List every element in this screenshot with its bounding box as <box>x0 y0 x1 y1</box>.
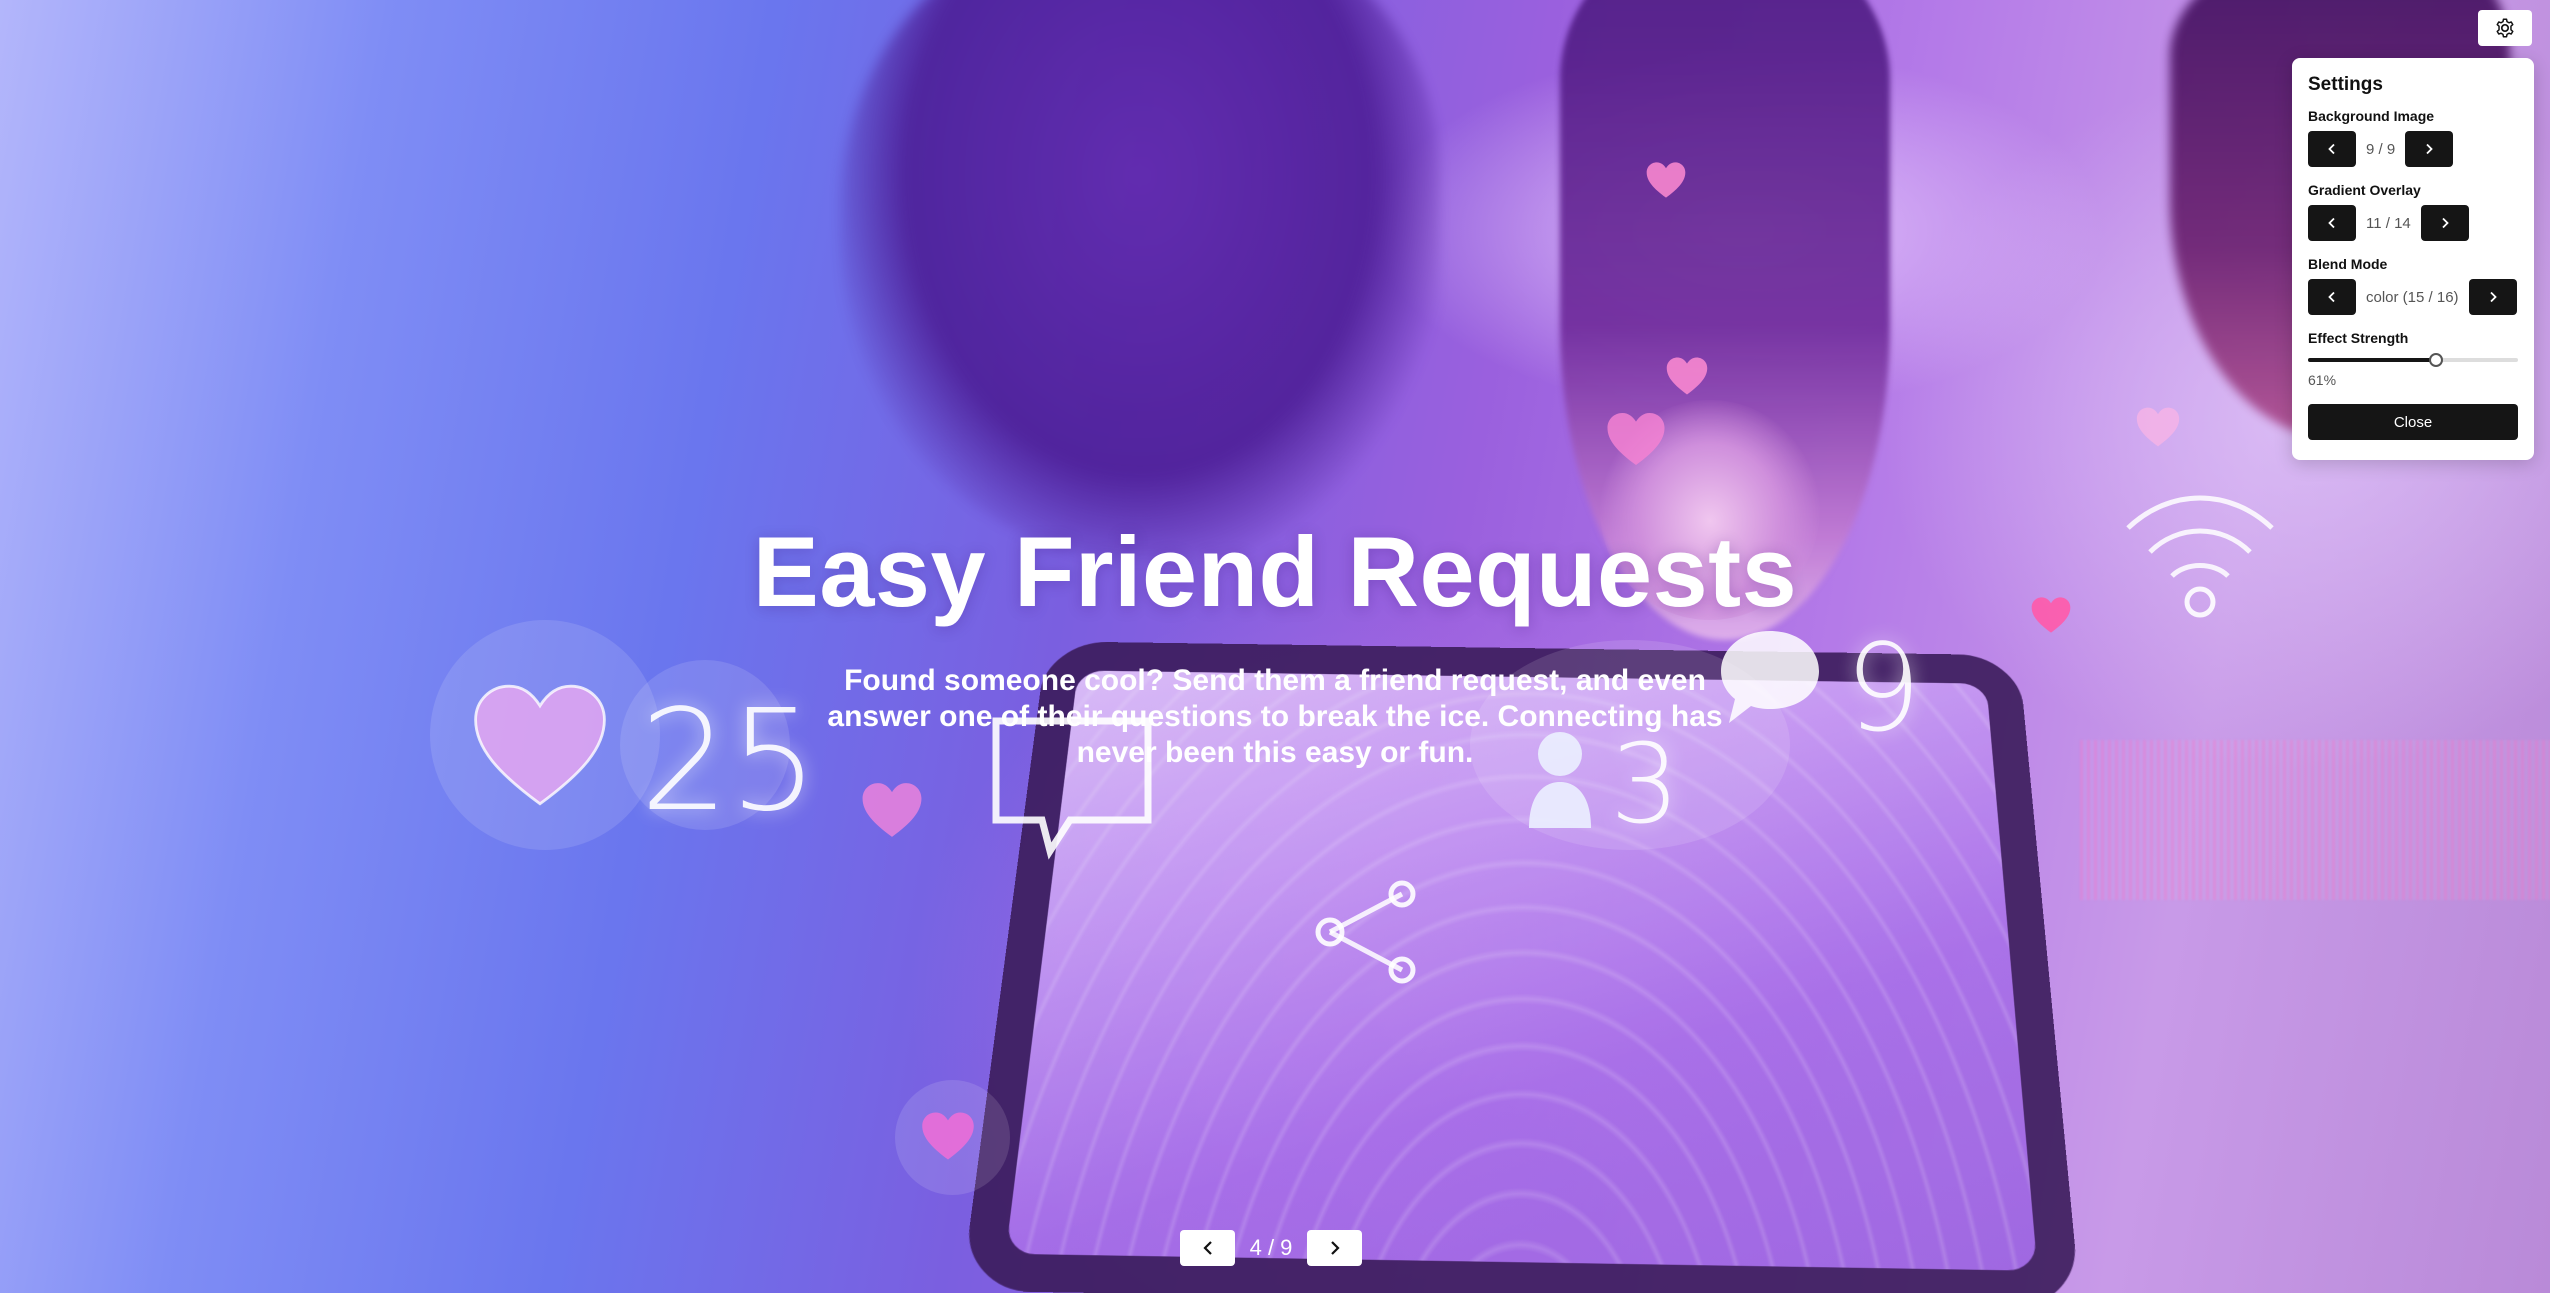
blend-mode-value: color (15 / 16) <box>2356 289 2469 306</box>
previous-slide-button[interactable] <box>1180 1230 1235 1266</box>
hero-description: Found someone cool? Send them a friend r… <box>815 663 1735 771</box>
chevron-left-icon <box>2327 143 2337 155</box>
gradient-overlay-stepper: 11 / 14 <box>2308 204 2518 242</box>
heart-icon <box>2135 405 2181 449</box>
background-image-next-button[interactable] <box>2405 131 2453 167</box>
gradient-overlay-value: 11 / 14 <box>2356 215 2421 232</box>
next-slide-button[interactable] <box>1307 1230 1362 1266</box>
close-settings-button[interactable]: Close <box>2308 404 2518 440</box>
chevron-right-icon <box>2424 143 2434 155</box>
slide-pager: 4 / 9 <box>1180 1230 1362 1266</box>
blend-mode-stepper: color (15 / 16) <box>2308 278 2518 316</box>
chevron-right-icon <box>2488 291 2498 303</box>
background-image-stepper: 9 / 9 <box>2308 130 2518 168</box>
background-image: 25 3 9 <box>0 0 2550 1293</box>
effect-strength-label: Effect Strength <box>2308 330 2518 348</box>
background-image-prev-button[interactable] <box>2308 131 2356 167</box>
chevron-left-icon <box>2327 291 2337 303</box>
effect-strength-thumb[interactable] <box>2429 353 2443 367</box>
slide-counter: 4 / 9 <box>1235 1230 1307 1266</box>
gradient-overlay-prev-button[interactable] <box>2308 205 2356 241</box>
blend-mode-prev-button[interactable] <box>2308 279 2356 315</box>
light-stripes <box>2080 740 2550 900</box>
effect-strength-fill <box>2308 358 2436 362</box>
effect-strength-value: 61% <box>2308 372 2518 392</box>
settings-title: Settings <box>2308 74 2518 104</box>
gradient-overlay-label: Gradient Overlay <box>2308 182 2518 200</box>
heart-icon <box>860 780 924 840</box>
hand-shape <box>840 0 1440 560</box>
background-image-value: 9 / 9 <box>2356 141 2405 158</box>
gradient-overlay-next-button[interactable] <box>2421 205 2469 241</box>
chevron-right-icon <box>1328 1240 1342 1256</box>
chevron-left-icon <box>1201 1240 1215 1256</box>
settings-panel: Settings Background Image 9 / 9 Gradient… <box>2292 58 2534 460</box>
background-image-label: Background Image <box>2308 108 2518 126</box>
settings-toggle-button[interactable] <box>2478 10 2532 46</box>
gear-icon <box>2494 17 2516 39</box>
blend-mode-next-button[interactable] <box>2469 279 2517 315</box>
hero-title: Easy Friend Requests <box>0 515 2550 629</box>
effect-strength-slider[interactable] <box>2308 352 2518 368</box>
blend-mode-label: Blend Mode <box>2308 256 2518 274</box>
chevron-right-icon <box>2440 217 2450 229</box>
chevron-left-icon <box>2327 217 2337 229</box>
